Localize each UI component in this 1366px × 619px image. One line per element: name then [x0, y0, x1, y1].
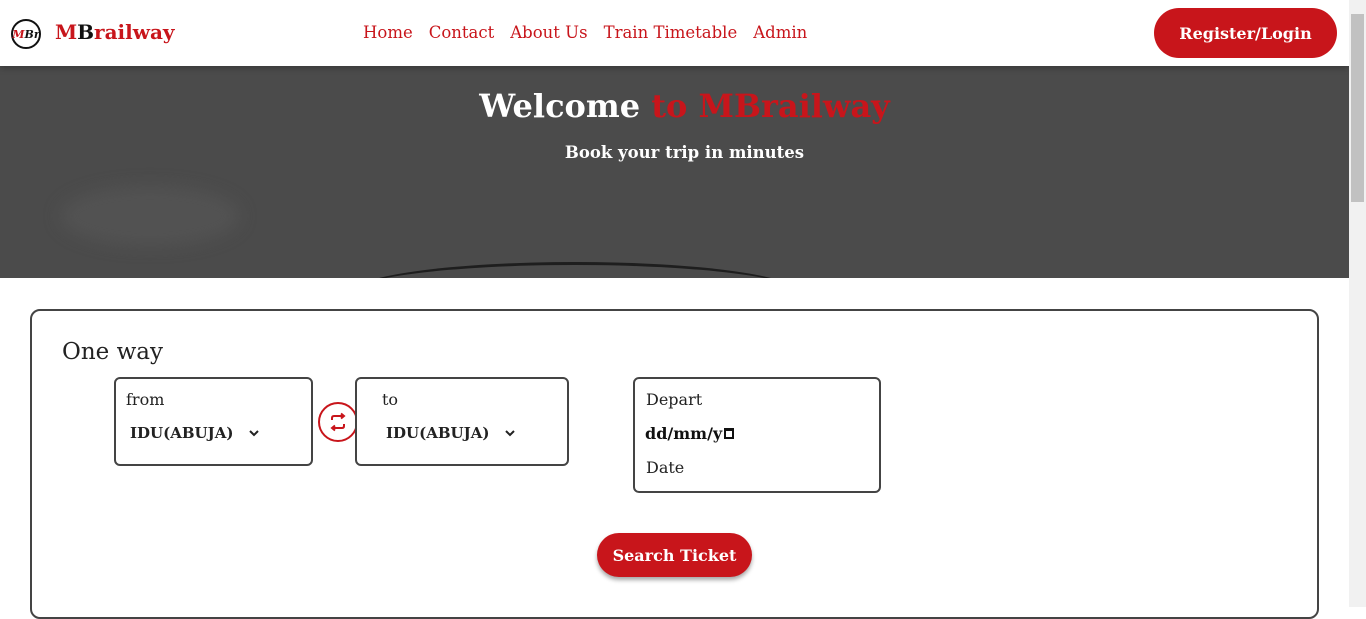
register-login-button[interactable]: Register/Login: [1154, 8, 1337, 58]
from-select-value: IDU(ABUJA): [130, 424, 234, 442]
page-scrollbar[interactable]: [1349, 0, 1366, 607]
nav-contact[interactable]: Contact: [429, 22, 495, 44]
logo-letter-m: M: [12, 27, 25, 41]
hero-background-arc: [350, 262, 800, 278]
date-placeholder: dd/mm/y: [645, 424, 723, 443]
nav-links: Home Contact About Us Train Timetable Ad…: [363, 22, 823, 44]
hero-title: Welcome to MBrailway: [0, 86, 1349, 126]
brand-b: B: [77, 20, 95, 44]
swap-arrows-icon: [330, 412, 346, 432]
depart-label: Depart: [646, 390, 703, 409]
nav-home[interactable]: Home: [363, 22, 413, 44]
chevron-down-icon: [505, 426, 516, 441]
nav-admin[interactable]: Admin: [753, 22, 807, 44]
to-select[interactable]: IDU(ABUJA): [386, 424, 516, 442]
from-label: from: [126, 390, 165, 409]
depart-date-input[interactable]: dd/mm/y: [645, 424, 735, 443]
search-ticket-button[interactable]: Search Ticket: [597, 533, 752, 577]
date-label: Date: [646, 458, 685, 477]
calendar-icon[interactable]: [724, 428, 735, 439]
hero-subtitle: Book your trip in minutes: [564, 143, 805, 162]
navbar: M Br MBrailway Home Contact About Us Trai…: [0, 0, 1349, 66]
to-select-value: IDU(ABUJA): [386, 424, 490, 442]
hero-background-shape: [60, 186, 240, 246]
brand-name[interactable]: MBrailway: [55, 20, 175, 44]
scrollbar-thumb[interactable]: [1351, 14, 1364, 202]
hero-title-white: Welcome: [479, 87, 641, 125]
hero-banner: Welcome to MBrailway Book your trip in m…: [0, 66, 1349, 278]
to-label: to: [382, 390, 399, 409]
brand-rest: railway: [94, 20, 175, 44]
logo-icon[interactable]: M Br: [11, 19, 41, 49]
nav-train-timetable[interactable]: Train Timetable: [604, 22, 738, 44]
nav-about-us[interactable]: About Us: [510, 22, 587, 44]
chevron-down-icon: [249, 426, 260, 441]
logo-letters-br: Br: [24, 27, 40, 41]
trip-type-title: One way: [62, 339, 163, 365]
swap-stations-button[interactable]: [318, 402, 358, 442]
brand-m: M: [55, 20, 78, 44]
hero-title-red: to MBrailway: [651, 87, 890, 125]
from-select[interactable]: IDU(ABUJA): [130, 424, 260, 442]
